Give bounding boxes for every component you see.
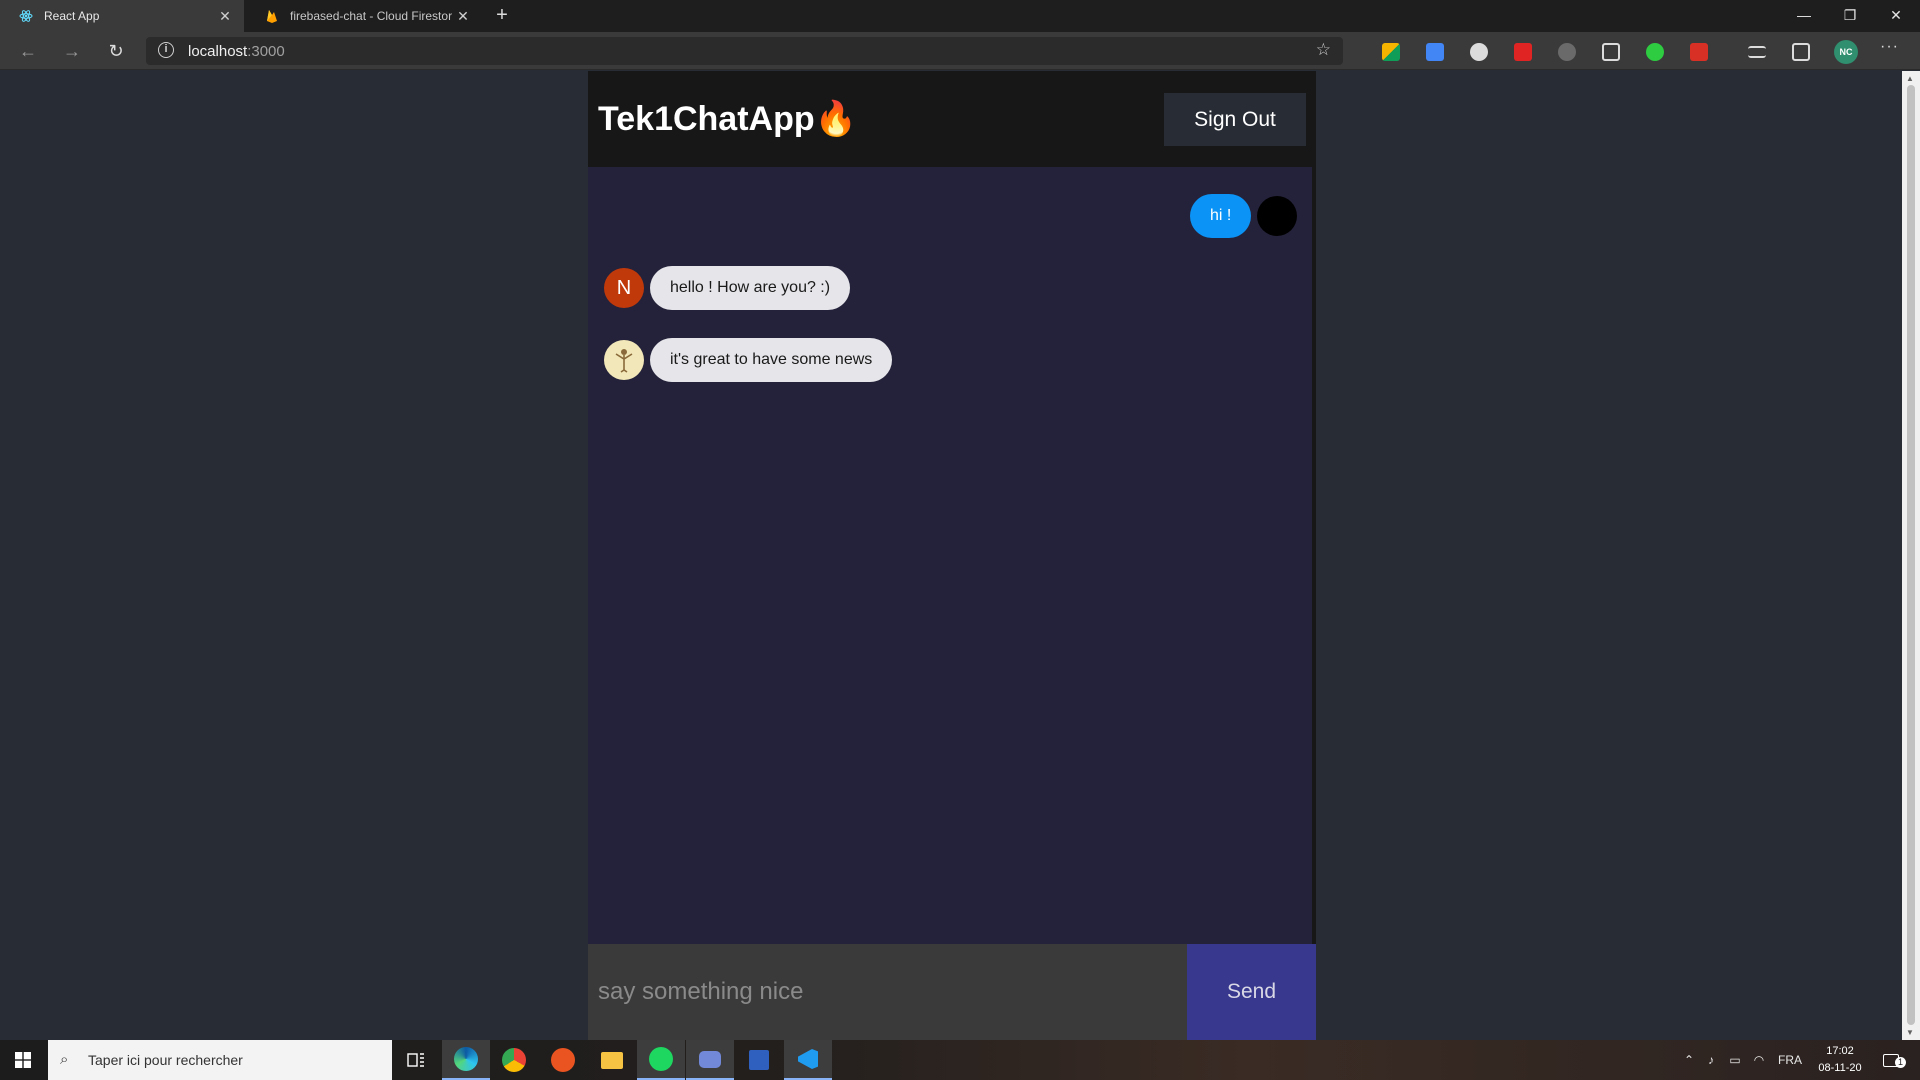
- scroll-thumb[interactable]: [1907, 85, 1915, 1025]
- favorite-star-icon[interactable]: ☆: [1316, 40, 1331, 60]
- tab-firebase-console[interactable]: firebased-chat - Cloud Firestore ✕: [246, 0, 482, 32]
- show-hidden-icons-icon[interactable]: ⌃: [1680, 1040, 1698, 1080]
- chrome-icon[interactable]: [490, 1040, 538, 1080]
- extension-gift-icon[interactable]: [1690, 43, 1708, 61]
- send-button[interactable]: Send: [1187, 944, 1316, 1040]
- extension-keep-icon[interactable]: [1382, 43, 1400, 61]
- extension-grammar-icon[interactable]: [1646, 43, 1664, 61]
- page-scrollbar[interactable]: ▲ ▼: [1902, 71, 1920, 1040]
- avatar: [604, 340, 644, 380]
- forward-icon[interactable]: →: [58, 39, 86, 63]
- favorites-icon[interactable]: [1748, 46, 1766, 58]
- tab-react-app[interactable]: React App ✕: [0, 0, 244, 32]
- edge-icon[interactable]: [442, 1040, 490, 1080]
- scroll-up-icon[interactable]: ▲: [1906, 74, 1914, 83]
- fire-icon: 🔥: [814, 100, 857, 138]
- collections-icon[interactable]: [1792, 43, 1810, 61]
- app-header: Tek1ChatApp🔥 Sign Out: [588, 71, 1316, 167]
- react-icon: [18, 8, 34, 24]
- search-placeholder: Taper ici pour rechercher: [88, 1052, 243, 1068]
- ubuntu-icon[interactable]: [539, 1040, 587, 1080]
- restore-icon[interactable]: ❐: [1828, 0, 1872, 32]
- clock-date: 08-11-20: [1818, 1062, 1862, 1074]
- clock-time: 17:02: [1826, 1045, 1854, 1057]
- extension-translate-icon[interactable]: [1426, 43, 1444, 61]
- extension-reader-icon[interactable]: [1602, 43, 1620, 61]
- message-form: Send: [588, 944, 1316, 1040]
- scroll-down-icon[interactable]: ▼: [1906, 1028, 1914, 1037]
- profile-avatar[interactable]: NC: [1834, 40, 1858, 64]
- message-list-scrollbar[interactable]: [1312, 167, 1316, 944]
- url-text[interactable]: localhost:3000: [188, 43, 285, 60]
- discord-icon[interactable]: [686, 1040, 734, 1080]
- message-bubble: hello ! How are you? :): [650, 266, 851, 310]
- more-options-icon[interactable]: ···: [1880, 38, 1899, 56]
- file-explorer-icon[interactable]: [588, 1040, 636, 1080]
- extension-shield-icon[interactable]: [1558, 43, 1576, 61]
- avatar: N: [604, 268, 644, 308]
- message-input[interactable]: [588, 944, 1187, 1040]
- info-icon[interactable]: i: [158, 42, 174, 58]
- browser-tab-strip: React App ✕ firebased-chat - Cloud Fires…: [0, 0, 1920, 32]
- windows-taskbar: ⌕ Taper ici pour rechercher ⌃ ♪ ▭ ◠ FRA …: [0, 1040, 1920, 1080]
- save-disk-icon[interactable]: [735, 1040, 783, 1080]
- browser-toolbar: ← → ↻ i localhost:3000 ☆: [0, 32, 1920, 70]
- tab-title: React App: [44, 9, 100, 23]
- tab-title: firebased-chat - Cloud Firestore: [290, 9, 452, 23]
- volume-icon[interactable]: ♪: [1700, 1040, 1722, 1080]
- task-view-icon[interactable]: [392, 1040, 440, 1080]
- extension-video-icon[interactable]: [1514, 43, 1532, 61]
- message-bubble: it's great to have some news: [650, 338, 893, 382]
- notification-center-icon[interactable]: 1: [1876, 1040, 1906, 1080]
- page-viewport: Tek1ChatApp🔥 Sign Out hi ! N hello ! How…: [0, 71, 1902, 1040]
- new-tab-button[interactable]: +: [490, 4, 514, 28]
- extension-clock-icon[interactable]: [1470, 43, 1488, 61]
- spotify-icon[interactable]: [637, 1040, 685, 1080]
- firebase-icon: [264, 8, 280, 24]
- message-received: it's great to have some news: [604, 338, 893, 382]
- search-icon: ⌕: [60, 1051, 69, 1068]
- message-bubble: hi !: [1190, 194, 1252, 238]
- taskbar-search-box[interactable]: ⌕ Taper ici pour rechercher: [48, 1040, 392, 1080]
- close-tab-icon[interactable]: ✕: [214, 8, 236, 25]
- input-language[interactable]: FRA: [1772, 1040, 1808, 1080]
- taskbar-clock[interactable]: 17:02 08-11-20: [1810, 1043, 1870, 1077]
- minimize-icon[interactable]: —: [1782, 0, 1826, 32]
- angel-illustration-icon: [615, 349, 633, 373]
- message-received: N hello ! How are you? :): [604, 266, 851, 310]
- vscode-icon[interactable]: [784, 1040, 832, 1080]
- battery-icon[interactable]: ▭: [1724, 1040, 1746, 1080]
- chat-app: Tek1ChatApp🔥 Sign Out hi ! N hello ! How…: [588, 71, 1316, 1040]
- close-window-icon[interactable]: ✕: [1874, 0, 1918, 32]
- message-sent: hi !: [1190, 194, 1298, 238]
- address-bar[interactable]: i localhost:3000 ☆: [146, 37, 1343, 65]
- app-title: Tek1ChatApp🔥: [598, 100, 857, 138]
- refresh-icon[interactable]: ↻: [102, 39, 130, 63]
- close-tab-icon[interactable]: ✕: [452, 8, 474, 25]
- back-icon[interactable]: ←: [14, 39, 42, 63]
- windows-start-icon[interactable]: [0, 1040, 46, 1080]
- wifi-icon[interactable]: ◠: [1748, 1040, 1770, 1080]
- sign-out-button[interactable]: Sign Out: [1164, 93, 1306, 146]
- notification-count: 1: [1895, 1057, 1906, 1068]
- avatar: [1257, 196, 1298, 236]
- message-list[interactable]: hi ! N hello ! How are you? :) it's grea…: [588, 167, 1312, 944]
